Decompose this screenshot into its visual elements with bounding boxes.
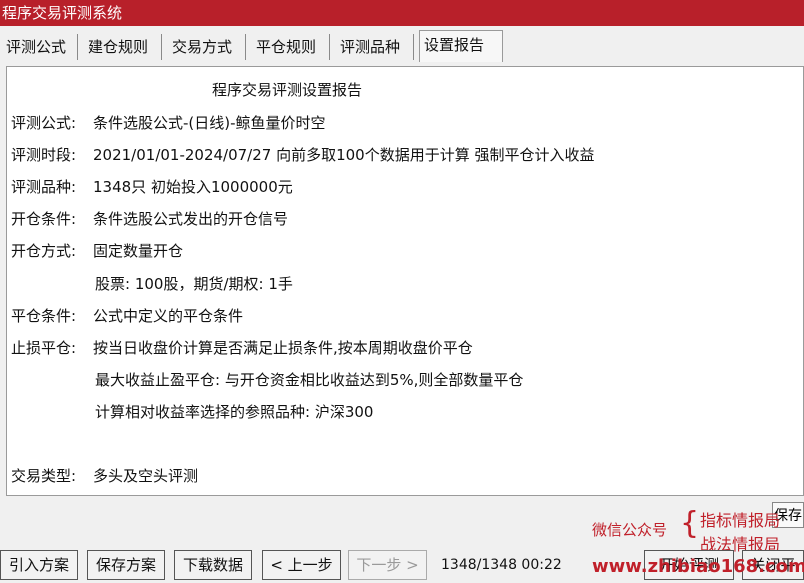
- import-plan-button[interactable]: 引入方案: [0, 550, 78, 580]
- tab-variety[interactable]: 评测品种: [336, 34, 414, 60]
- open-mode-detail: 股票: 100股，期货/期权: 1手: [95, 275, 293, 293]
- trade-type-row: 交易类型: 多头及空头评测: [11, 465, 198, 486]
- stop-detail-profit: 最大收益止盈平仓: 与开仓资金相比收益达到5%,则全部数量平仓: [95, 371, 524, 389]
- open-mode-label: 开仓方式:: [11, 242, 77, 260]
- period-value: 2021/01/01-2024/07/27 向前多取100个数据用于计算 强制平…: [93, 146, 595, 164]
- variety-value: 1348只 初始投入1000000元: [93, 178, 293, 196]
- tab-settings-report[interactable]: 设置报告: [419, 30, 503, 62]
- progress-status: 1348/1348 00:22: [441, 557, 562, 573]
- close-condition-row: 平仓条件: 公式中定义的平仓条件: [11, 305, 243, 326]
- variety-label: 评测品种:: [11, 178, 77, 196]
- close-condition-label: 平仓条件:: [11, 307, 77, 325]
- open-mode-value: 固定数量开仓: [93, 242, 184, 260]
- period-row: 评测时段: 2021/01/01-2024/07/27 向前多取100个数据用于计…: [11, 144, 595, 165]
- close-condition-value: 公式中定义的平仓条件: [93, 307, 244, 325]
- bottom-toolbar: 引入方案 保存方案 下载数据 < 上一步 下一步 > 1348/1348 00:…: [0, 549, 804, 583]
- next-step-button[interactable]: 下一步 >: [348, 550, 427, 580]
- stop-label: 止损平仓:: [11, 339, 77, 357]
- variety-row: 评测品种: 1348只 初始投入1000000元: [11, 176, 293, 197]
- download-data-button[interactable]: 下载数据: [174, 550, 252, 580]
- watermark-wechat: 微信公众号: [592, 521, 668, 539]
- window-title: 程序交易评测系统: [0, 0, 804, 26]
- tab-trade-mode[interactable]: 交易方式: [168, 34, 246, 60]
- tab-bar: 评测公式 建仓规则 交易方式 平仓规则 评测品种 设置报告: [0, 30, 804, 62]
- watermark-url: www.zhibiao168.com: [592, 556, 804, 577]
- open-condition-row: 开仓条件: 条件选股公式发出的开仓信号: [11, 208, 288, 229]
- tab-close-rules[interactable]: 平仓规则: [252, 34, 330, 60]
- formula-value: 条件选股公式-(日线)-鲸鱼量价时空: [93, 114, 326, 132]
- stop-value: 按当日收盘价计算是否满足止损条件,按本周期收盘价平仓: [93, 339, 473, 357]
- stop-detail-benchmark: 计算相对收益率选择的参照品种: 沪深300: [95, 403, 374, 421]
- prev-step-button[interactable]: < 上一步: [262, 550, 341, 580]
- open-condition-value: 条件选股公式发出的开仓信号: [93, 210, 289, 228]
- report-panel: 程序交易评测设置报告 评测公式: 条件选股公式-(日线)-鲸鱼量价时空 评测时段:…: [6, 66, 804, 496]
- open-condition-label: 开仓条件:: [11, 210, 77, 228]
- tab-formula[interactable]: 评测公式: [2, 34, 78, 60]
- report-title: 程序交易评测设置报告: [211, 81, 362, 99]
- watermark-line1: 指标情报局: [700, 511, 781, 530]
- open-mode-row: 开仓方式: 固定数量开仓: [11, 240, 183, 261]
- trade-type-label: 交易类型:: [11, 467, 77, 485]
- save-plan-button[interactable]: 保存方案: [87, 550, 165, 580]
- stop-row: 止损平仓: 按当日收盘价计算是否满足止损条件,按本周期收盘价平仓: [11, 337, 473, 358]
- trade-type-value: 多头及空头评测: [93, 467, 199, 485]
- tab-build-rules[interactable]: 建仓规则: [84, 34, 162, 60]
- formula-row: 评测公式: 条件选股公式-(日线)-鲸鱼量价时空: [11, 112, 326, 133]
- period-label: 评测时段:: [11, 146, 77, 164]
- formula-label: 评测公式:: [11, 114, 77, 132]
- watermark-brace: {: [680, 506, 700, 541]
